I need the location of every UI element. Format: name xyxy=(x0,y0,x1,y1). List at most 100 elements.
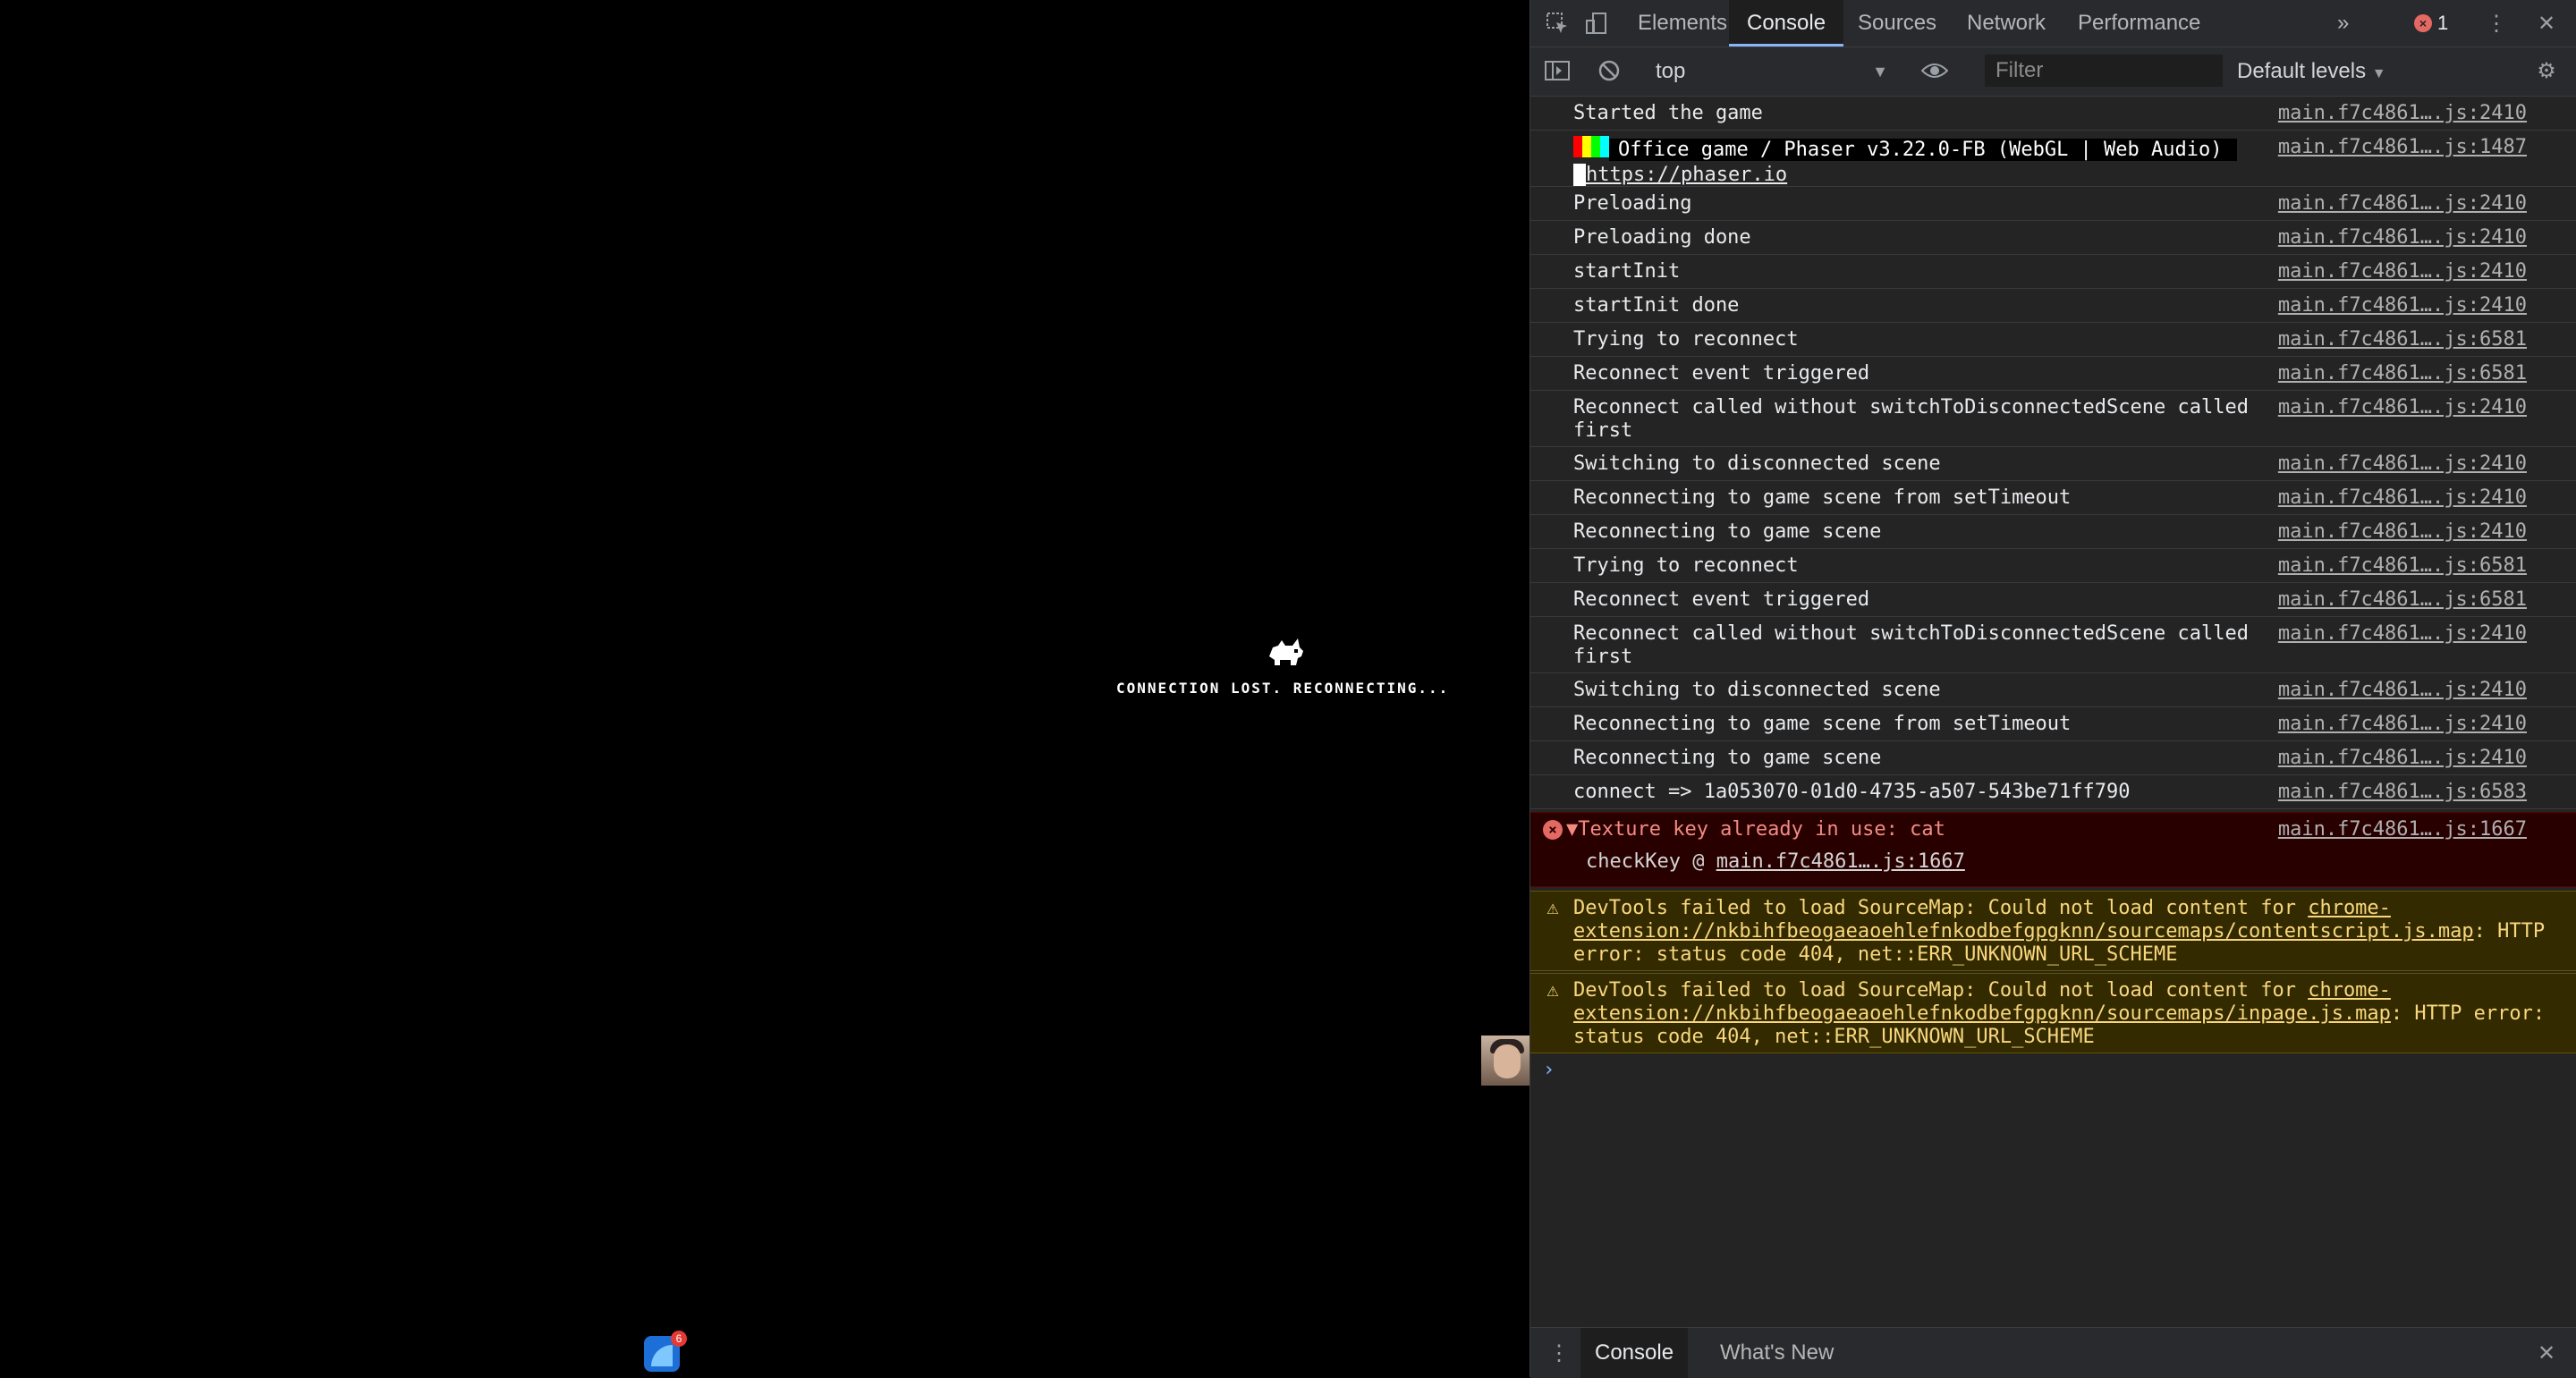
log-message: Reconnect called without switchToDisconn… xyxy=(1573,396,2261,442)
log-message: Reconnect event triggered xyxy=(1573,588,1870,611)
log-message: Switching to disconnected scene xyxy=(1573,452,1941,475)
log-source-link[interactable]: main.f7c4861….js:2410 xyxy=(2276,486,2527,510)
log-message: Preloading done xyxy=(1573,226,1751,249)
log-source-link[interactable]: main.f7c4861….js:6583 xyxy=(2276,781,2527,804)
tab-elements[interactable]: Elements xyxy=(1620,0,1745,46)
error-counter[interactable]: × 1 xyxy=(2414,7,2448,39)
drawer-menu-icon[interactable]: ⋮ xyxy=(1545,1339,1573,1367)
drawer-tab-console[interactable]: Console xyxy=(1580,1328,1689,1378)
close-drawer-icon[interactable]: ✕ xyxy=(2532,1339,2561,1367)
bottom-drawer: ⋮ Console What's New ✕ xyxy=(1530,1327,2576,1378)
phaser-link[interactable]: https://phaser.io xyxy=(1573,164,1788,186)
console-log-row: startInit done main.f7c4861….js:2410 xyxy=(1530,289,2576,323)
tab-network[interactable]: Network xyxy=(1949,0,2063,46)
chevron-down-icon: ▼ xyxy=(2371,66,2386,81)
log-source-link[interactable]: main.f7c4861….js:2410 xyxy=(2276,713,2527,736)
log-message: Reconnecting to game scene from setTimeo… xyxy=(1573,486,2072,509)
log-message: Started the game xyxy=(1573,102,1763,124)
context-label: top xyxy=(1656,59,1686,83)
warning-icon: ⚠ xyxy=(1546,979,1559,1002)
log-source-link[interactable]: main.f7c4861….js:6581 xyxy=(2276,328,2527,351)
prompt-chevron-icon: › xyxy=(1543,1059,1555,1081)
kebab-menu-icon[interactable]: ⋮ xyxy=(2482,9,2511,38)
console-warning-row: ⚠ DevTools failed to load SourceMap: Cou… xyxy=(1530,891,2576,971)
console-log-row: Reconnect event triggered main.f7c4861….j… xyxy=(1530,583,2576,617)
phaser-color-badge xyxy=(1573,136,1609,164)
console-log-row: Reconnect event triggered main.f7c4861….j… xyxy=(1530,357,2576,391)
tab-performance[interactable]: Performance xyxy=(2060,0,2218,46)
warning-message: DevTools failed to load SourceMap: Could… xyxy=(1573,979,2548,1049)
console-log-row: Trying to reconnect main.f7c4861….js:6581 xyxy=(1530,549,2576,583)
chevron-down-icon: ▼ xyxy=(1872,63,1888,80)
console-log-row: Started the game main.f7c4861….js:2410 xyxy=(1530,97,2576,131)
avatar-face xyxy=(1494,1044,1521,1078)
log-source-link[interactable]: main.f7c4861….js:1487 xyxy=(2276,136,2527,159)
close-devtools-icon[interactable]: ✕ xyxy=(2532,9,2561,38)
drawer-tab-whats-new[interactable]: What's New xyxy=(1706,1328,1848,1378)
log-message: startInit xyxy=(1573,260,1681,283)
log-message: startInit done xyxy=(1573,294,1740,317)
filter-input[interactable] xyxy=(1985,55,2223,87)
inspect-element-icon[interactable] xyxy=(1543,9,1572,38)
log-message: Trying to reconnect xyxy=(1573,328,1799,351)
log-message: Reconnecting to game scene xyxy=(1573,747,1882,769)
warning-message: DevTools failed to load SourceMap: Could… xyxy=(1573,897,2548,967)
console-log-row: Reconnecting to game scene from setTimeo… xyxy=(1530,481,2576,515)
log-levels-dropdown[interactable]: Default levels ▼ xyxy=(2237,56,2386,89)
log-source-link[interactable]: main.f7c4861….js:2410 xyxy=(2276,294,2527,317)
console-log-row: Reconnect called without switchToDisconn… xyxy=(1530,391,2576,447)
warning-icon: ⚠ xyxy=(1546,897,1559,919)
console-log-row: Reconnecting to game scene main.f7c4861….… xyxy=(1530,741,2576,775)
warning-prefix: DevTools failed to load SourceMap: Could… xyxy=(1573,979,2309,1002)
log-message: Preloading xyxy=(1573,192,1692,215)
log-source-link[interactable]: main.f7c4861….js:2410 xyxy=(2276,622,2527,646)
console-messages[interactable]: Started the game main.f7c4861….js:2410 Off… xyxy=(1530,97,2576,1327)
log-source-link[interactable]: main.f7c4861….js:2410 xyxy=(2276,226,2527,249)
sidebar-toggle-icon[interactable] xyxy=(1543,56,1572,85)
context-selector[interactable]: top ▼ xyxy=(1656,56,1888,87)
log-source-link[interactable]: main.f7c4861….js:2410 xyxy=(2276,747,2527,770)
log-message: Reconnect event triggered xyxy=(1573,362,1870,385)
error-icon: × xyxy=(2414,14,2432,32)
device-toolbar-icon[interactable] xyxy=(1582,9,1611,38)
console-toolbar: top ▼ Default levels ▼ ⚙ xyxy=(1530,47,2576,97)
log-source-link[interactable]: main.f7c4861….js:6581 xyxy=(2276,588,2527,612)
log-source-link[interactable]: main.f7c4861….js:6581 xyxy=(2276,554,2527,578)
console-error-row[interactable]: × ▼Texture key already in use: cat main.… xyxy=(1530,812,2576,887)
log-message: Reconnecting to game scene from setTimeo… xyxy=(1573,713,2072,735)
phaser-banner-text: Office game / Phaser v3.22.0-FB (WebGL |… xyxy=(1609,138,2237,161)
log-source-link[interactable]: main.f7c4861….js:6581 xyxy=(2276,362,2527,385)
log-source-link[interactable]: main.f7c4861….js:2410 xyxy=(2276,102,2527,125)
stack-link[interactable]: main.f7c4861….js:1667 xyxy=(1716,850,1965,873)
clear-console-icon[interactable] xyxy=(1595,56,1623,85)
console-warning-row: ⚠ DevTools failed to load SourceMap: Cou… xyxy=(1530,973,2576,1053)
console-log-row: Preloading done main.f7c4861….js:2410 xyxy=(1530,221,2576,255)
console-log-row: Preloading main.f7c4861….js:2410 xyxy=(1530,187,2576,221)
game-canvas[interactable]: CONNECTION LOST. RECONNECTING... 6 xyxy=(0,0,1530,1377)
tab-sources[interactable]: Sources xyxy=(1840,0,1954,46)
log-source-link[interactable]: main.f7c4861….js:2410 xyxy=(2276,192,2527,216)
log-message: Office game / Phaser v3.22.0-FB (WebGL |… xyxy=(1573,136,2262,187)
console-log-row: Reconnect called without switchToDisconn… xyxy=(1530,617,2576,673)
console-prompt[interactable]: › xyxy=(1543,1059,1555,1081)
more-tabs-icon[interactable]: » xyxy=(2319,0,2367,46)
log-message: Trying to reconnect xyxy=(1573,554,1799,577)
dock-app-icon[interactable]: 6 xyxy=(644,1331,687,1372)
log-source-link[interactable]: main.f7c4861….js:2410 xyxy=(2276,260,2527,283)
devtools-panel: Elements Console Sources Network Perform… xyxy=(1530,0,2576,1378)
log-source-link[interactable]: main.f7c4861….js:2410 xyxy=(2276,520,2527,544)
console-settings-gear-icon[interactable]: ⚙ xyxy=(2532,56,2561,85)
app-logo-icon xyxy=(651,1345,673,1366)
warning-prefix: DevTools failed to load SourceMap: Could… xyxy=(1573,897,2309,919)
user-avatar[interactable] xyxy=(1481,1036,1530,1086)
log-source-link[interactable]: main.f7c4861….js:2410 xyxy=(2276,679,2527,702)
cat-icon xyxy=(1269,638,1303,665)
error-icon: × xyxy=(1543,820,1563,840)
console-log-row: Switching to disconnected scene main.f7c4… xyxy=(1530,447,2576,481)
live-expression-eye-icon[interactable] xyxy=(1920,56,1949,85)
error-source-link[interactable]: main.f7c4861….js:1667 xyxy=(2276,818,2527,841)
log-source-link[interactable]: main.f7c4861….js:2410 xyxy=(2276,396,2527,419)
tab-console[interactable]: Console xyxy=(1729,0,1844,46)
log-message: connect => 1a053070-01d0-4735-a507-543be… xyxy=(1573,781,2131,803)
log-source-link[interactable]: main.f7c4861….js:2410 xyxy=(2276,452,2527,476)
